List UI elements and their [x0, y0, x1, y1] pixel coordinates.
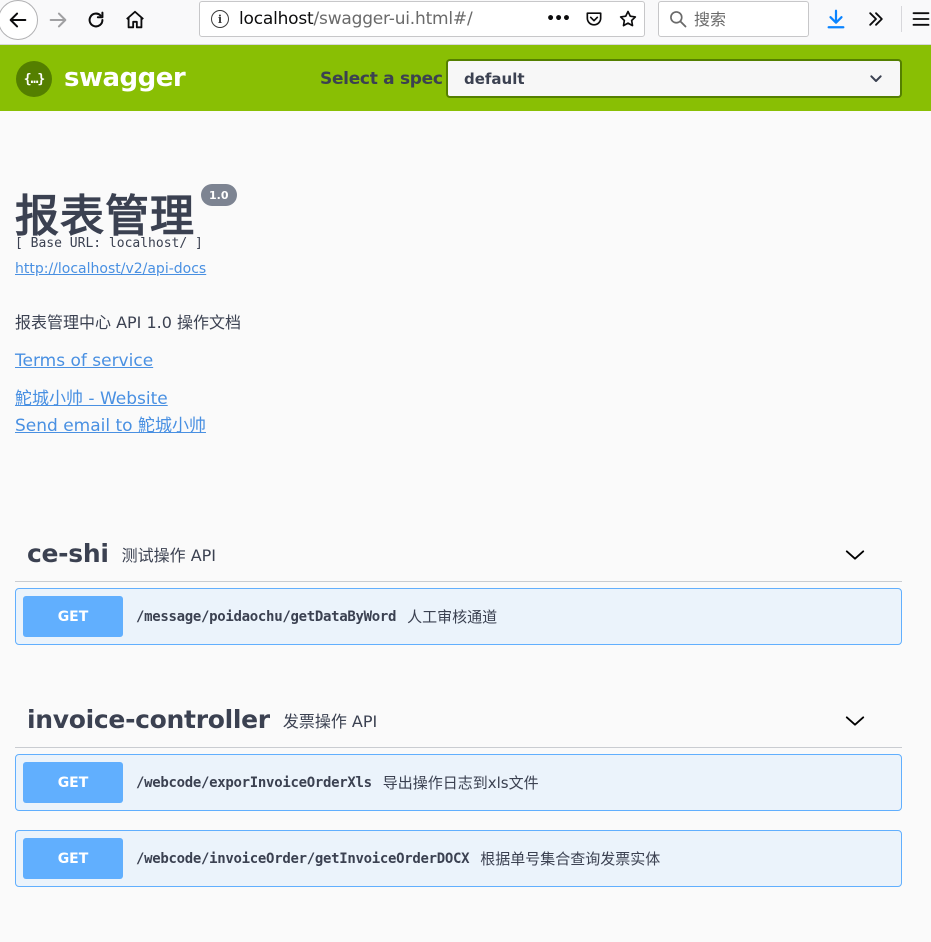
- swagger-topbar: {…} swagger Select a spec default: [0, 45, 931, 111]
- operation-path: /message/poidaochu/getDataByWord: [136, 608, 397, 625]
- terms-of-service-link[interactable]: Terms of service: [15, 351, 153, 371]
- back-arrow-icon: [9, 12, 27, 28]
- swagger-brand[interactable]: swagger: [64, 63, 186, 93]
- operation-block[interactable]: GET /message/poidaochu/getDataByWord 人工审…: [15, 588, 902, 645]
- url-actions: •••: [546, 2, 638, 36]
- home-icon: [126, 10, 144, 29]
- spec-label: Select a spec: [320, 69, 443, 89]
- api-title: 报表管理: [15, 191, 195, 242]
- swagger-logo-icon[interactable]: {…}: [16, 61, 52, 97]
- browser-search-input[interactable]: [694, 9, 794, 29]
- tag-name: invoice-controller: [27, 705, 270, 734]
- tag-header-invoice-controller[interactable]: invoice-controller 发票操作 API: [15, 692, 902, 748]
- chevron-down-icon[interactable]: [844, 544, 866, 566]
- url-path: /swagger-ui.html#/: [313, 9, 473, 29]
- method-badge-get: GET: [23, 838, 123, 879]
- operation-block[interactable]: GET /webcode/invoiceOrder/getInvoiceOrde…: [15, 830, 902, 887]
- page-actions-button[interactable]: •••: [546, 11, 571, 27]
- hamburger-menu-icon: [912, 12, 930, 26]
- toolbar-separator: [901, 6, 902, 32]
- operation-summary: 导出操作日志到xls文件: [382, 774, 539, 792]
- url-bar[interactable]: i localhost/swagger-ui.html#/ •••: [199, 1, 645, 37]
- chevron-down-icon[interactable]: [844, 710, 866, 732]
- reload-icon: [88, 11, 104, 28]
- operation-summary: 根据单号集合查询发票实体: [480, 850, 661, 868]
- downloads-button[interactable]: [822, 5, 850, 33]
- home-button[interactable]: [117, 2, 153, 38]
- pocket-button[interactable]: [584, 9, 604, 29]
- bookmark-star-button[interactable]: [618, 9, 638, 29]
- download-icon: [827, 9, 845, 29]
- tag-description: 发票操作 API: [282, 711, 378, 731]
- overflow-chevron-icon: [869, 12, 883, 26]
- app-menu-button[interactable]: [910, 5, 931, 33]
- base-url: [ Base URL: localhost/ ]: [15, 236, 203, 251]
- forward-button[interactable]: [40, 2, 76, 38]
- browser-search-box[interactable]: [658, 1, 809, 37]
- operation-summary: 人工审核通道: [407, 608, 498, 626]
- overflow-menu-button[interactable]: [862, 5, 890, 33]
- operation-path: /webcode/exporInvoiceOrderXls: [136, 774, 372, 791]
- search-icon: [670, 11, 687, 28]
- star-icon: [619, 10, 637, 27]
- forward-arrow-icon: [49, 12, 67, 28]
- url-host: localhost: [239, 9, 314, 29]
- api-docs-link[interactable]: http://localhost/v2/api-docs: [15, 261, 206, 277]
- browser-toolbar: i localhost/swagger-ui.html#/ •••: [0, 0, 931, 45]
- spec-selected-value: default: [464, 69, 525, 88]
- operation-block[interactable]: GET /webcode/exporInvoiceOrderXls 导出操作日志…: [15, 754, 902, 811]
- spec-select[interactable]: default: [446, 59, 902, 98]
- method-badge-get: GET: [23, 596, 123, 637]
- tag-header-ce-shi[interactable]: ce-shi 测试操作 API: [15, 526, 902, 582]
- info-icon[interactable]: i: [211, 10, 229, 28]
- back-button[interactable]: [0, 0, 38, 40]
- contact-website-link[interactable]: 鮀城小帅 - Website: [15, 384, 168, 409]
- version-badge: 1.0: [201, 184, 237, 206]
- method-badge-get: GET: [23, 762, 123, 803]
- operation-path: /webcode/invoiceOrder/getInvoiceOrderDOC…: [136, 850, 470, 867]
- contact-email-link[interactable]: Send email to 鮀城小帅: [15, 411, 206, 436]
- pocket-icon: [586, 12, 602, 26]
- chevron-down-icon: [870, 74, 882, 82]
- url-text[interactable]: localhost/swagger-ui.html#/: [239, 9, 473, 29]
- tag-description: 测试操作 API: [121, 545, 217, 565]
- api-description: 报表管理中心 API 1.0 操作文档: [15, 313, 242, 332]
- reload-button[interactable]: [78, 2, 114, 38]
- tag-name: ce-shi: [27, 539, 109, 568]
